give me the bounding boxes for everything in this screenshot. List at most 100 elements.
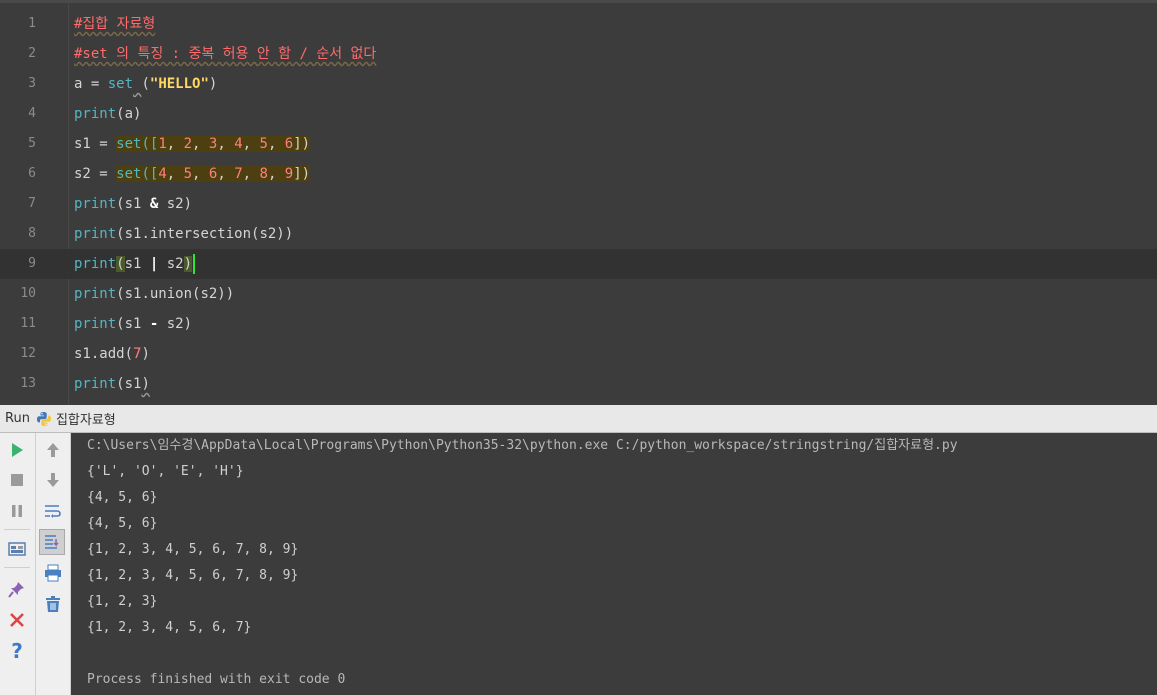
- code-text: s1 = set([1, 2, 3, 4, 5, 6]): [74, 129, 311, 159]
- print-icon[interactable]: [40, 560, 66, 586]
- pin-icon[interactable]: [4, 576, 30, 602]
- code-line[interactable]: 3 a = set ("HELLO"): [0, 69, 1157, 99]
- code-token: 9: [284, 166, 294, 182]
- code-token: (a): [116, 106, 142, 122]
- code-line[interactable]: 6 s2 = set([4, 5, 6, 7, 8, 9]): [0, 159, 1157, 189]
- down-arrow-icon[interactable]: [40, 467, 66, 493]
- up-arrow-icon[interactable]: [40, 437, 66, 463]
- line-number: 4: [28, 106, 36, 121]
- code-line[interactable]: 8 print(s1.intersection(s2)): [0, 219, 1157, 249]
- code-line[interactable]: 10 print(s1.union(s2)): [0, 279, 1157, 309]
- line-number: 6: [28, 166, 36, 181]
- code-token: ,: [242, 136, 260, 152]
- run-tab-label[interactable]: Run: [5, 411, 30, 426]
- code-text: print(s1.intersection(s2)): [74, 219, 293, 249]
- code-line[interactable]: 2 #set 의 특징 : 중복 허용 안 함 / 순서 없다: [0, 39, 1157, 69]
- code-token: s1.add(: [74, 346, 134, 362]
- code-token: 4: [158, 166, 167, 182]
- code-token: (: [116, 256, 125, 272]
- code-token: 8: [259, 166, 268, 182]
- toolbar-separator: [4, 529, 30, 530]
- code-token: print: [74, 316, 117, 332]
- line-number: 8: [28, 226, 36, 241]
- code-token: ): [141, 376, 150, 392]
- code-text: print(a): [74, 99, 141, 129]
- code-token: 5: [259, 136, 268, 152]
- line-number: 9: [28, 256, 36, 271]
- code-token: set([: [116, 166, 159, 182]
- code-line[interactable]: 12 s1.add(7): [0, 339, 1157, 369]
- help-icon[interactable]: ?: [4, 638, 30, 664]
- close-icon[interactable]: [4, 607, 30, 633]
- code-text: a = set ("HELLO"): [74, 69, 217, 99]
- code-text: print(s1 & s2): [74, 189, 192, 219]
- text-caret: [193, 254, 196, 274]
- code-token: ,: [166, 166, 184, 182]
- code-token: set([: [116, 136, 159, 152]
- code-token: (s1: [116, 196, 150, 212]
- code-line[interactable]: 4 print(a): [0, 99, 1157, 129]
- code-token: (s1: [116, 316, 150, 332]
- code-text: #set 의 특징 : 중복 허용 안 함 / 순서 없다: [74, 39, 376, 69]
- code-line[interactable]: 7 print(s1 & s2): [0, 189, 1157, 219]
- line-number: 1: [28, 16, 36, 31]
- code-line[interactable]: 11 print(s1 - s2): [0, 309, 1157, 339]
- console-line: {'L', 'O', 'E', 'H'}: [87, 464, 244, 479]
- code-line[interactable]: 9 print(s1 | s2): [0, 249, 1157, 279]
- code-line[interactable]: 13 print(s1): [0, 369, 1157, 399]
- code-token: print: [74, 226, 117, 242]
- code-token: s2 =: [74, 166, 117, 182]
- code-token: print: [74, 106, 117, 122]
- code-text: print(s1): [74, 369, 150, 399]
- code-token: "HELLO": [149, 76, 209, 92]
- python-icon: [36, 411, 51, 426]
- code-token: 1: [158, 136, 167, 152]
- code-token: s2): [158, 316, 193, 332]
- console-line: {4, 5, 6}: [87, 516, 158, 531]
- layout-icon[interactable]: [4, 536, 30, 562]
- code-line[interactable]: 5 s1 = set([1, 2, 3, 4, 5, 6]): [0, 129, 1157, 159]
- code-token: 4: [234, 136, 243, 152]
- code-token: s2): [158, 196, 193, 212]
- code-token: #집합 자료형: [74, 16, 156, 32]
- code-token: #set 의 특징 : 중복 허용 안 함 / 순서 없다: [74, 46, 377, 62]
- pause-icon[interactable]: [4, 498, 30, 524]
- code-editor[interactable]: 1 #집합 자료형 2 #set 의 특징 : 중복 허용 안 함 / 순서 없다 3 a…: [0, 0, 1157, 405]
- soft-wrap-icon[interactable]: [40, 498, 66, 524]
- console-command-line: C:\Users\임수경\AppData\Local\Programs\Pyth…: [87, 438, 958, 453]
- line-number: 10: [20, 286, 36, 301]
- code-token: (s1.intersection(s2)): [116, 226, 294, 242]
- code-token: s1 =: [74, 136, 117, 152]
- code-token: 2: [183, 136, 193, 152]
- line-number: 3: [28, 76, 36, 91]
- code-token: ): [183, 256, 193, 272]
- code-token: ,: [267, 166, 285, 182]
- code-text: print(s1 | s2): [74, 249, 196, 279]
- console-output[interactable]: C:\Users\임수경\AppData\Local\Programs\Pyth…: [71, 433, 1157, 695]
- code-line[interactable]: 1 #집합 자료형: [0, 9, 1157, 39]
- trash-icon[interactable]: [40, 591, 66, 617]
- line-number: 2: [28, 46, 36, 61]
- code-token: ,: [217, 166, 235, 182]
- scroll-to-end-icon[interactable]: [39, 529, 65, 555]
- code-token: s1: [124, 256, 150, 272]
- code-token: ): [141, 346, 150, 362]
- code-token: 5: [183, 166, 193, 182]
- line-number: 7: [28, 196, 36, 211]
- stop-icon[interactable]: [4, 467, 30, 493]
- code-text: #집합 자료형: [74, 9, 155, 39]
- code-token: a =: [74, 76, 108, 92]
- code-token: ,: [242, 166, 260, 182]
- code-text: s1.add(7): [74, 339, 150, 369]
- code-token: s2: [158, 256, 184, 272]
- console-line: {1, 2, 3, 4, 5, 6, 7, 8, 9}: [87, 568, 299, 583]
- code-token: 6: [284, 136, 294, 152]
- code-token: (s1: [116, 376, 142, 392]
- code-token: ]): [293, 136, 311, 152]
- code-token: ,: [192, 166, 209, 182]
- run-config-name: 집합자료형: [55, 413, 116, 428]
- run-icon[interactable]: [4, 437, 30, 463]
- code-token: ,: [267, 136, 285, 152]
- console-line: {1, 2, 3, 4, 5, 6, 7}: [87, 620, 252, 635]
- line-number: 5: [28, 136, 36, 151]
